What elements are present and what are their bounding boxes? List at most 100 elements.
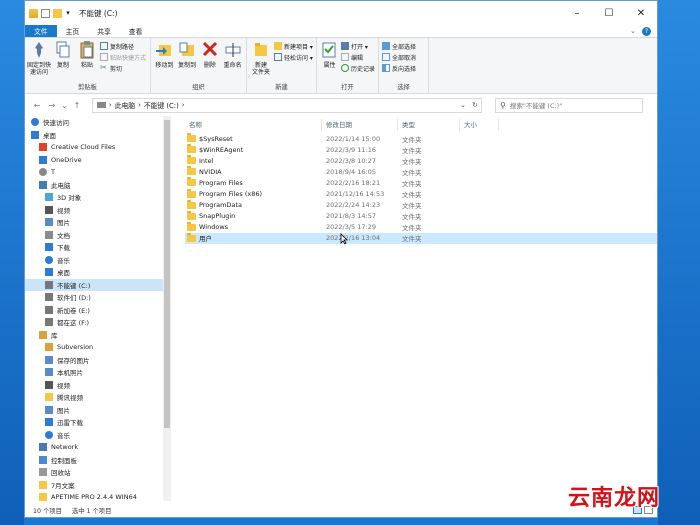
nav-item-label: OneDrive bbox=[51, 155, 82, 164]
up-button[interactable]: ↑ bbox=[71, 101, 83, 110]
nav-item[interactable]: 控制面板 bbox=[25, 454, 171, 467]
new-folder-button[interactable]: 新建 文件夹 bbox=[250, 40, 272, 76]
minimize-button[interactable]: – bbox=[561, 1, 593, 25]
nav-item[interactable]: 3D 对象 bbox=[25, 191, 171, 204]
nav-item[interactable]: 本机照片 bbox=[25, 366, 171, 379]
select-all-button[interactable]: 全部选择 bbox=[382, 41, 416, 51]
tab-home[interactable]: 主页 bbox=[57, 25, 89, 37]
folder-icon bbox=[187, 221, 196, 231]
nav-item[interactable]: 桌面 bbox=[25, 129, 171, 142]
nav-item[interactable]: 不能键 (C:) bbox=[25, 278, 171, 291]
paste-shortcut-button[interactable]: 粘贴快捷方式 bbox=[100, 52, 146, 62]
file-row[interactable]: $SysReset 2022/1/14 15:00 文件夹 bbox=[185, 133, 657, 144]
nav-item[interactable]: 保存的图片 bbox=[25, 354, 171, 367]
back-button[interactable]: ← bbox=[31, 101, 43, 110]
edit-button[interactable]: 编辑 bbox=[340, 52, 375, 62]
nav-item[interactable]: 音乐 bbox=[25, 429, 171, 442]
recent-locations-button[interactable]: ⌄ bbox=[61, 101, 68, 110]
properties-button[interactable]: 属性 bbox=[320, 40, 339, 69]
new-item-button[interactable]: 新建项目 ▾ bbox=[274, 41, 313, 51]
search-input[interactable]: ⚲ 搜索"不能键 (C:)" bbox=[495, 97, 643, 113]
file-row[interactable]: $WinREAgent 2022/3/9 11:16 文件夹 bbox=[185, 144, 657, 155]
properties-icon[interactable] bbox=[41, 8, 50, 18]
file-row[interactable]: Program Files 2022/2/16 18:21 文件夹 bbox=[185, 177, 657, 188]
cut-button[interactable]: ✂ 剪切 bbox=[100, 63, 146, 73]
nav-item[interactable]: 7月文案 bbox=[25, 479, 171, 492]
nav-item[interactable]: 回收站 bbox=[25, 466, 171, 479]
file-row[interactable]: Intel 2022/3/8 10:27 文件夹 bbox=[185, 155, 657, 166]
close-button[interactable]: ✕ bbox=[625, 1, 657, 25]
nav-item-label: 迅雷下载 bbox=[57, 419, 83, 428]
column-header-size[interactable]: 大小 bbox=[460, 118, 499, 131]
refresh-button[interactable]: ↻ bbox=[469, 101, 481, 109]
breadcrumb-this-pc[interactable]: 此电脑 bbox=[115, 100, 135, 110]
nav-item[interactable]: 文档 bbox=[25, 229, 171, 242]
file-list-pane[interactable]: 名称 修改日期 类型 大小 $SysReset 2022/1/14 15:00 文件… bbox=[171, 116, 657, 501]
copy-path-button[interactable]: 复制路径 bbox=[100, 41, 146, 51]
nav-item[interactable]: 视频 bbox=[25, 204, 171, 217]
open-button[interactable]: 打开 ▾ bbox=[340, 41, 375, 51]
nav-item[interactable]: OneDrive bbox=[25, 154, 171, 167]
column-header-name[interactable]: 名称 bbox=[185, 118, 322, 131]
address-dropdown-button[interactable]: ⌄ bbox=[457, 101, 469, 109]
file-row[interactable]: SnapPlugin 2021/8/3 14:57 文件夹 bbox=[185, 210, 657, 222]
nav-item[interactable]: 图片 bbox=[25, 216, 171, 229]
user-icon bbox=[39, 168, 47, 177]
rename-button[interactable]: 重命名 bbox=[222, 40, 243, 69]
nav-item[interactable]: 新加卷 (E:) bbox=[25, 304, 171, 317]
nav-item[interactable]: Subversion bbox=[25, 341, 171, 354]
nav-item[interactable]: T bbox=[25, 166, 171, 179]
nav-item[interactable]: 都在这 (F:) bbox=[25, 316, 171, 329]
copy-to-button[interactable]: 复制到 bbox=[177, 40, 198, 69]
tab-view[interactable]: 查看 bbox=[120, 25, 152, 37]
column-header-type[interactable]: 类型 bbox=[398, 118, 460, 131]
navigation-pane[interactable]: 快速访问 桌面 Creative Cloud Files OneDrive T 此电脑 3D… bbox=[25, 116, 171, 501]
breadcrumb-drive-c[interactable]: 不能键 (C:) bbox=[144, 100, 179, 110]
nav-item[interactable]: Network bbox=[25, 441, 171, 454]
nav-item[interactable]: 库 bbox=[25, 329, 171, 342]
nav-item[interactable]: 音乐 bbox=[25, 254, 171, 267]
nav-item[interactable]: 图片 bbox=[25, 404, 171, 417]
tab-share[interactable]: 共享 bbox=[88, 25, 120, 37]
file-row[interactable]: 用户 2022/2/16 13:04 文件夹 bbox=[185, 232, 657, 244]
file-row[interactable]: Program Files (x86) 2021/12/16 14:53 文件夹 bbox=[185, 188, 657, 199]
file-name: Program Files bbox=[199, 178, 243, 187]
nav-item[interactable]: 软件们 (D:) bbox=[25, 291, 171, 304]
address-bar[interactable]: › 此电脑 › 不能键 (C:) › ⌄ ↻ bbox=[92, 97, 482, 113]
history-button[interactable]: 历史记录 bbox=[340, 63, 375, 73]
nav-item[interactable]: 迅雷下载 bbox=[25, 416, 171, 429]
nav-item[interactable]: APETIME PRO 2.4.4 WIN64 bbox=[25, 491, 171, 501]
nav-item[interactable]: 腾讯视频 bbox=[25, 391, 171, 404]
navigation-scrollbar[interactable] bbox=[163, 116, 171, 501]
column-header-date[interactable]: 修改日期 bbox=[322, 118, 398, 131]
scissors-icon: ✂ bbox=[100, 63, 107, 72]
forward-button[interactable]: → bbox=[46, 101, 58, 110]
new-folder-icon[interactable] bbox=[53, 8, 62, 18]
quick-access-dropdown[interactable]: ▾ bbox=[65, 9, 71, 18]
tab-file[interactable]: 文件 bbox=[25, 25, 57, 37]
nav-item[interactable]: 桌面 bbox=[25, 266, 171, 279]
nav-item[interactable]: 视频 bbox=[25, 379, 171, 392]
pin-to-quick-access-button[interactable]: 固定到快 速访问 bbox=[27, 40, 51, 76]
nav-item[interactable]: 此电脑 bbox=[25, 179, 171, 192]
cube-icon bbox=[45, 193, 53, 202]
collapse-ribbon-icon[interactable]: ⌄ bbox=[630, 27, 636, 35]
nav-item[interactable]: 下载 bbox=[25, 241, 171, 254]
file-row[interactable]: Windows 2022/3/5 17:29 文件夹 bbox=[185, 221, 657, 233]
help-icon[interactable]: ? bbox=[642, 26, 651, 36]
invert-selection-button[interactable]: 反向选择 bbox=[382, 63, 416, 73]
computer-icon bbox=[39, 180, 47, 189]
delete-button[interactable]: 删除 bbox=[200, 40, 221, 69]
select-none-button[interactable]: 全部取消 bbox=[382, 52, 416, 62]
paste-button[interactable]: 粘贴 bbox=[76, 40, 98, 69]
easy-access-button[interactable]: 轻松访问 ▾ bbox=[274, 52, 313, 62]
file-row[interactable]: ProgramData 2022/2/24 14:23 文件夹 bbox=[185, 199, 657, 211]
maximize-button[interactable]: ☐ bbox=[593, 1, 625, 25]
file-row[interactable]: NVIDIA 2018/9/4 16:05 文件夹 bbox=[185, 166, 657, 177]
navigation-scrollbar-thumb[interactable] bbox=[164, 120, 170, 428]
move-to-button[interactable]: 移动到 bbox=[154, 40, 175, 69]
copy-button[interactable]: 复制 bbox=[52, 40, 74, 69]
nav-item[interactable]: Creative Cloud Files bbox=[25, 141, 171, 154]
download-icon bbox=[45, 243, 53, 252]
nav-item[interactable]: 快速访问 bbox=[25, 116, 171, 129]
